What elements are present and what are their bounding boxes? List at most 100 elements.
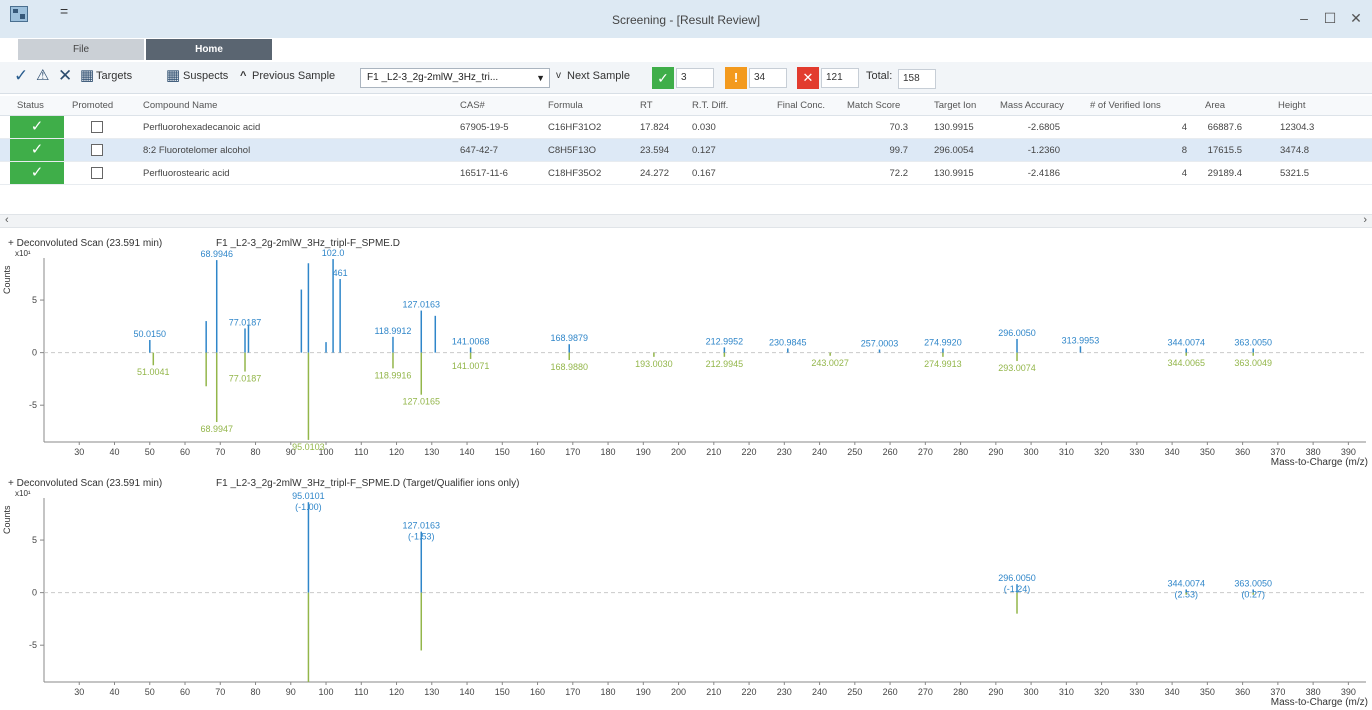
x-tick-label: 300 — [1024, 687, 1039, 697]
col-status[interactable]: Status — [17, 100, 44, 111]
peak-label: 77.0187 — [229, 374, 262, 384]
checkmark-icon[interactable]: ✓ — [14, 66, 28, 86]
tab-file[interactable]: File — [18, 39, 144, 60]
col-mass-accuracy[interactable]: Mass Accuracy — [1000, 100, 1064, 111]
x-tick-label: 110 — [354, 447, 368, 457]
target-ion: 130.9915 — [934, 122, 974, 133]
col-formula[interactable]: Formula — [548, 100, 583, 111]
previous-sample-button[interactable]: Previous Sample — [252, 70, 335, 82]
total-label: Total: — [866, 70, 893, 82]
suspects-button[interactable]: Suspects — [183, 70, 228, 82]
x-tick-label: 150 — [495, 687, 510, 697]
x-tick-label: 120 — [389, 687, 404, 697]
tab-home[interactable]: Home — [146, 39, 272, 60]
peak-label: 127.0165 — [402, 397, 440, 407]
peak-label: 313.9953 — [1062, 335, 1100, 345]
chevron-up-icon: ^ — [240, 70, 247, 82]
x-tick-label: 240 — [812, 687, 827, 697]
fail-count: 121 — [821, 68, 859, 88]
x-tick-label: 190 — [636, 447, 651, 457]
col-promoted[interactable]: Promoted — [72, 100, 113, 111]
cas-number: 16517-11-6 — [460, 168, 508, 179]
spectrum-plot-target-ions[interactable]: 5 0 -5 30 40 50 60 70 80 90 100 110 120 130 140 150 160 1… — [0, 478, 1372, 710]
col-rt[interactable]: RT — [640, 100, 653, 111]
scroll-left-icon[interactable]: ‹ — [5, 214, 9, 226]
x-tick-label: 330 — [1129, 447, 1144, 457]
rt-diff: 0.167 — [692, 168, 716, 179]
promoted-checkbox[interactable] — [91, 121, 103, 133]
x-tick-label: 370 — [1270, 447, 1285, 457]
col-cas[interactable]: CAS# — [460, 100, 485, 111]
x-tick-label: 80 — [251, 447, 261, 457]
table-row[interactable]: ✓ Perfluorostearic acid 16517-11-6 C18HF… — [0, 162, 1372, 185]
mass-accuracy: -2.6805 — [1027, 122, 1060, 133]
col-area[interactable]: Area — [1205, 100, 1225, 111]
plot-file-name: F1 _L2-3_2g-2mlW_3Hz_tripl-F_SPME.D — [216, 238, 400, 249]
peak-label: 461 — [333, 268, 348, 278]
x-tick-label: 360 — [1235, 687, 1250, 697]
peak-label: 68.9947 — [200, 424, 233, 434]
spectrum-plot-full[interactable]: 5 0 -5 30 40 50 60 70 80 90 100 110 120 130 140 150 160 1… — [0, 238, 1372, 470]
col-rt-diff[interactable]: R.T. Diff. — [692, 100, 728, 111]
table-row[interactable]: ✓ Perfluorohexadecanoic acid 67905-19-5 … — [0, 116, 1372, 139]
maximize-icon[interactable]: ☐ — [1320, 10, 1340, 27]
peak-label: 127.0163 — [402, 521, 440, 531]
status-ok-icon: ✓ — [10, 139, 64, 161]
scroll-right-icon[interactable]: › — [1363, 214, 1367, 226]
x-tick-label: 380 — [1306, 447, 1321, 457]
peak-label: 293.0074 — [998, 363, 1036, 373]
x-tick-label: 270 — [918, 687, 933, 697]
x-tick-label: 360 — [1235, 447, 1250, 457]
peak-label: 102.0 — [322, 248, 345, 258]
x-tick-label: 240 — [812, 447, 827, 457]
close-icon[interactable]: ✕ — [1346, 10, 1366, 27]
x-icon[interactable]: ✕ — [58, 66, 72, 86]
ok-count: 3 — [676, 68, 714, 88]
peak-label: 127.0163 — [402, 300, 440, 310]
x-tick-label: 340 — [1165, 687, 1180, 697]
promoted-checkbox[interactable] — [91, 144, 103, 156]
status-ok-icon: ✓ — [10, 116, 64, 138]
x-tick-label: 320 — [1094, 687, 1109, 697]
col-compound-name[interactable]: Compound Name — [143, 100, 217, 111]
peak-label: 51.0041 — [137, 367, 170, 377]
col-target-ion[interactable]: Target Ion — [934, 100, 976, 111]
cas-number: 67905-19-5 — [460, 122, 509, 133]
sample-select[interactable]: F1 _L2-3_2g-2mlW_3Hz_tri... ▼ — [360, 68, 550, 88]
col-height[interactable]: Height — [1278, 100, 1305, 111]
x-tick-label: 250 — [847, 687, 862, 697]
x-tick-label: 90 — [286, 687, 296, 697]
spectrum-canvas: 50-530 40 50 60 70 80 90 100 110 120 130 140 150 160 1… — [29, 248, 1366, 457]
x-tick-label: 140 — [460, 447, 475, 457]
x-tick-label: 250 — [847, 447, 862, 457]
col-match-score[interactable]: Match Score — [847, 100, 900, 111]
targets-button[interactable]: Targets — [96, 70, 132, 82]
x-tick-label: 260 — [883, 687, 898, 697]
x-tick-label: 50 — [145, 687, 155, 697]
x-tick-label: 370 — [1270, 687, 1285, 697]
x-tick-label: 310 — [1059, 447, 1074, 457]
warning-filter-icon[interactable]: ! — [725, 67, 747, 89]
ok-filter-icon[interactable]: ✓ — [652, 67, 674, 89]
minimize-icon[interactable]: – — [1294, 10, 1314, 26]
table-row[interactable]: ✓ 8:2 Fluorotelomer alcohol 647-42-7 C8H… — [0, 139, 1372, 162]
table-header: Status Promoted Compound Name CAS# Formu… — [0, 96, 1372, 116]
fail-filter-icon[interactable]: ✕ — [797, 67, 819, 89]
compound-name: 8:2 Fluorotelomer alcohol — [143, 145, 251, 156]
promoted-checkbox[interactable] — [91, 167, 103, 179]
next-sample-button[interactable]: Next Sample — [567, 70, 630, 82]
title-bar: = Screening - [Result Review] – ☐ ✕ File… — [0, 0, 1372, 60]
area: 66887.6 — [1207, 122, 1242, 133]
warning-icon[interactable]: ⚠ — [36, 66, 49, 84]
x-tick-label: 50 — [145, 447, 155, 457]
peak-sublabel: (-1.00) — [295, 502, 322, 512]
col-verified-ions[interactable]: # of Verified Ions — [1090, 100, 1161, 111]
horizontal-scrollbar[interactable]: ‹ › — [0, 214, 1372, 228]
x-tick-label: 160 — [530, 687, 545, 697]
peak-label: 344.0074 — [1167, 578, 1205, 588]
x-tick-label: 170 — [565, 687, 580, 697]
col-final-conc[interactable]: Final Conc. — [777, 100, 825, 111]
peak-label: 77.0187 — [229, 317, 262, 327]
peak-label: 363.0050 — [1234, 578, 1272, 588]
x-tick-label: 350 — [1200, 447, 1215, 457]
